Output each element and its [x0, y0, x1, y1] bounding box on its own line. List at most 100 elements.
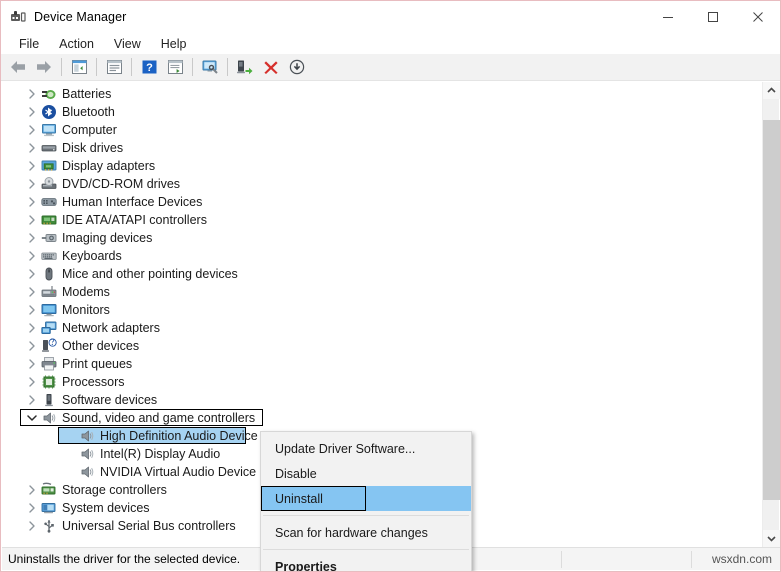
- context-menu-item-update-driver-software[interactable]: Update Driver Software...: [261, 436, 471, 461]
- context-menu-item-disable[interactable]: Disable: [261, 461, 471, 486]
- chevron-right-icon[interactable]: [24, 211, 40, 229]
- display-adapter-icon: [40, 157, 58, 175]
- tree-item[interactable]: IDE ATA/ATAPI controllers: [2, 211, 763, 229]
- tree-item-label: Modems: [62, 285, 110, 299]
- tree-item-label: Processors: [62, 375, 125, 389]
- tree-item[interactable]: ? Other devices: [2, 337, 763, 355]
- chevron-right-icon[interactable]: [24, 481, 40, 499]
- tree-item[interactable]: Monitors: [2, 301, 763, 319]
- tree-item-label: High Definition Audio Device: [100, 429, 258, 443]
- device-manager-window: Device Manager File Action View Help ? Batt…: [0, 0, 781, 572]
- tree-item[interactable]: Computer: [2, 121, 763, 139]
- update-driver-icon[interactable]: [162, 55, 188, 79]
- chevron-right-icon[interactable]: [24, 193, 40, 211]
- tree-item[interactable]: Batteries: [2, 85, 763, 103]
- context-menu-item-uninstall[interactable]: Uninstall: [261, 486, 471, 511]
- window-controls: [645, 1, 780, 33]
- tree-item[interactable]: Disk drives: [2, 139, 763, 157]
- chevron-right-icon[interactable]: [24, 139, 40, 157]
- tree-item-label: Imaging devices: [62, 231, 153, 245]
- chevron-right-icon[interactable]: [24, 175, 40, 193]
- tree-item[interactable]: Imaging devices: [2, 229, 763, 247]
- properties-icon[interactable]: [101, 55, 127, 79]
- menu-file[interactable]: File: [9, 35, 49, 53]
- toolbar-separator: [192, 58, 193, 76]
- toolbar-separator: [96, 58, 97, 76]
- chevron-down-icon[interactable]: [24, 409, 40, 427]
- menu-help[interactable]: Help: [151, 35, 197, 53]
- chevron-right-icon[interactable]: [24, 391, 40, 409]
- chevron-right-icon[interactable]: [24, 283, 40, 301]
- chevron-right-icon[interactable]: [24, 319, 40, 337]
- chevron-right-icon[interactable]: [24, 337, 40, 355]
- tree-item[interactable]: Processors: [2, 373, 763, 391]
- chevron-right-icon[interactable]: [24, 247, 40, 265]
- monitor-icon: [40, 301, 58, 319]
- scroll-down-button[interactable]: [763, 530, 780, 547]
- tree-item[interactable]: Bluetooth: [2, 103, 763, 121]
- context-menu-item-scan-for-hardware-changes[interactable]: Scan for hardware changes: [261, 520, 471, 545]
- mouse-icon: [40, 265, 58, 283]
- speaker-icon: [40, 409, 58, 427]
- tree-item[interactable]: DVD/CD-ROM drives: [2, 175, 763, 193]
- tree-item[interactable]: Human Interface Devices: [2, 193, 763, 211]
- show-hide-console-tree-icon[interactable]: [66, 55, 92, 79]
- disable-icon[interactable]: [284, 55, 310, 79]
- tree-item-label: NVIDIA Virtual Audio Device (: [100, 465, 264, 479]
- context-menu-separator: [263, 515, 469, 516]
- chevron-right-icon[interactable]: [24, 103, 40, 121]
- context-menu-item-properties[interactable]: Properties: [261, 554, 471, 572]
- chevron-right-icon[interactable]: [24, 301, 40, 319]
- tree-item[interactable]: Print queues: [2, 355, 763, 373]
- tree-item[interactable]: Display adapters: [2, 157, 763, 175]
- menu-action[interactable]: Action: [49, 35, 104, 53]
- tree-item[interactable]: Software devices: [2, 391, 763, 409]
- tree-item-label: Storage controllers: [62, 483, 167, 497]
- vertical-scrollbar[interactable]: [762, 82, 780, 547]
- chevron-right-icon[interactable]: [24, 373, 40, 391]
- toolbar: ?: [1, 54, 780, 81]
- tree-item-label: IDE ATA/ATAPI controllers: [62, 213, 207, 227]
- context-menu-item-label: Scan for hardware changes: [275, 525, 428, 540]
- tree-item[interactable]: Sound, video and game controllers: [2, 409, 763, 427]
- toolbar-separator: [61, 58, 62, 76]
- computer-icon: [40, 121, 58, 139]
- chevron-right-icon[interactable]: [24, 517, 40, 535]
- back-icon[interactable]: [5, 55, 31, 79]
- chevron-right-icon[interactable]: [24, 355, 40, 373]
- help-icon[interactable]: ?: [136, 55, 162, 79]
- scan-display-icon[interactable]: [197, 55, 223, 79]
- scroll-up-button[interactable]: [763, 82, 780, 99]
- menu-view[interactable]: View: [104, 35, 151, 53]
- forward-icon[interactable]: [31, 55, 57, 79]
- tree-item[interactable]: Mice and other pointing devices: [2, 265, 763, 283]
- keyboard-icon: [40, 247, 58, 265]
- chevron-right-icon[interactable]: [24, 265, 40, 283]
- tree-item-label: DVD/CD-ROM drives: [62, 177, 181, 191]
- menu-bar: File Action View Help: [1, 33, 780, 54]
- storage-controller-icon: [40, 481, 58, 499]
- scan-for-hardware-changes-icon[interactable]: [232, 55, 258, 79]
- bluetooth-icon: [40, 103, 58, 121]
- tree-item[interactable]: Modems: [2, 283, 763, 301]
- tree-item-label: Display adapters: [62, 159, 156, 173]
- tree-item-label: Human Interface Devices: [62, 195, 203, 209]
- chevron-right-icon[interactable]: [24, 229, 40, 247]
- close-button[interactable]: [735, 1, 780, 32]
- chevron-right-icon[interactable]: [24, 157, 40, 175]
- tree-item[interactable]: Network adapters: [2, 319, 763, 337]
- tree-item[interactable]: Keyboards: [2, 247, 763, 265]
- maximize-button[interactable]: [690, 1, 735, 32]
- dvd-drive-icon: [40, 175, 58, 193]
- status-divider-2: [691, 551, 692, 568]
- uninstall-icon[interactable]: [258, 55, 284, 79]
- scrollbar-thumb[interactable]: [763, 120, 780, 500]
- chevron-right-icon[interactable]: [24, 499, 40, 517]
- chevron-right-icon[interactable]: [24, 85, 40, 103]
- chevron-right-icon[interactable]: [24, 121, 40, 139]
- context-menu-item-label: Uninstall: [275, 491, 323, 506]
- minimize-button[interactable]: [645, 1, 690, 32]
- tree-item-label: System devices: [62, 501, 150, 515]
